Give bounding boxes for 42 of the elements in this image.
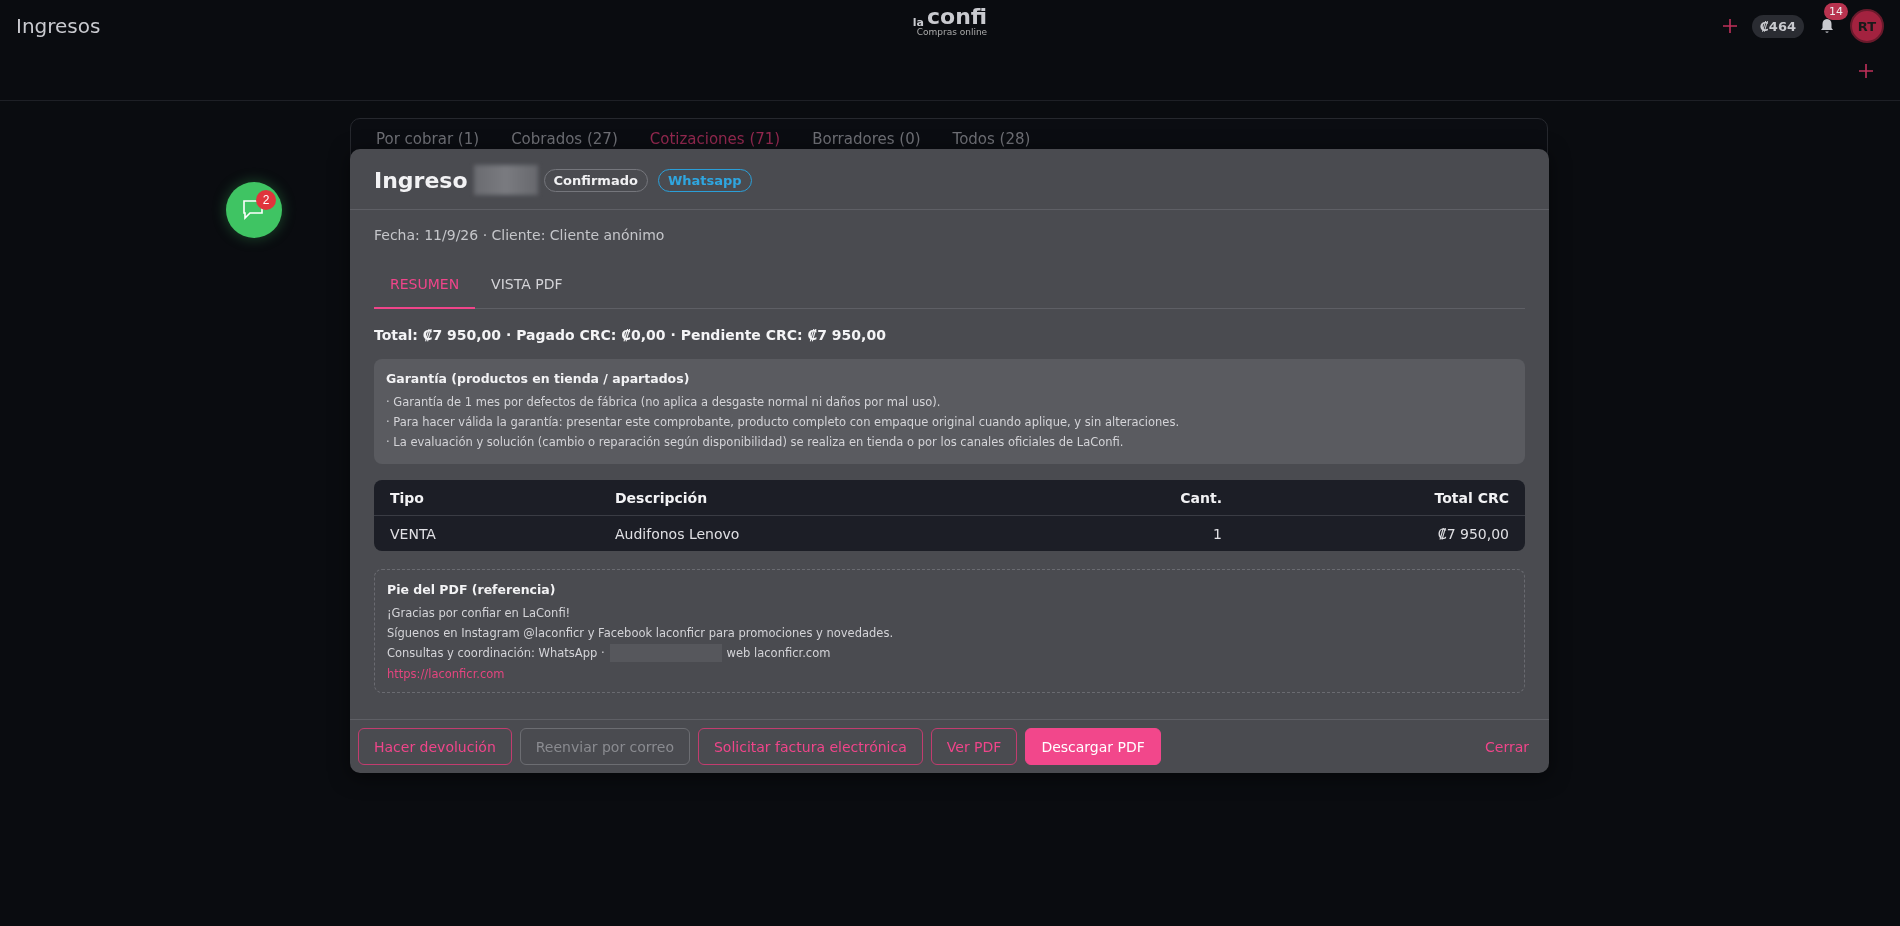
table-cell-text: ₡7 950,00: [1436, 525, 1509, 542]
column-header: Descripción: [615, 489, 709, 506]
list-tab[interactable]: Cobrados (27): [511, 129, 618, 149]
warranty-title: Garantía (productos en tienda / apartados): [386, 371, 691, 386]
table-cell-text: VENTA: [390, 525, 437, 542]
column-header: Tipo: [390, 489, 425, 506]
warranty-line: · La evaluación y solución (cambio o reparación según disponibilidad) se realiza en tienda o por los canales oficiales de LaConfi.: [386, 434, 1125, 451]
add-icon[interactable]: [1721, 18, 1738, 34]
action-button[interactable]: Hacer devolución: [358, 728, 512, 765]
close-button[interactable]: Cerrar: [1473, 738, 1541, 755]
page-title: Ingresos: [16, 14, 102, 38]
view-tab[interactable]: VISTA PDF: [475, 264, 579, 309]
footer-line: Síguenos en Instagram @laconficr y Facebook laconficr para promociones y novedades.: [387, 625, 895, 642]
website-link[interactable]: https://laconficr.com: [387, 667, 505, 681]
table-cell-text: Audifonos Lenovo: [615, 525, 741, 542]
action-button[interactable]: Solicitar factura electrónica: [698, 728, 923, 765]
notification-count: 14: [1824, 3, 1848, 20]
blurred-block: [473, 165, 538, 195]
table-cell-text: 1: [1212, 525, 1222, 542]
dialog-title: Ingreso: [374, 167, 468, 193]
balance-badge: ₡464: [1751, 14, 1804, 38]
user-avatar[interactable]: RT: [1850, 9, 1884, 43]
footer-line: ¡Gracias por confiar en LaConfi!: [387, 605, 572, 622]
action-button[interactable]: Descargar PDF: [1025, 728, 1161, 765]
footer-line: web laconficr.com: [726, 645, 831, 662]
list-tab[interactable]: Todos (28): [952, 129, 1031, 149]
view-tab[interactable]: RESUMEN: [374, 264, 476, 309]
action-button[interactable]: Ver PDF: [930, 728, 1018, 765]
column-header: Cant.: [1179, 489, 1222, 506]
list-tab[interactable]: Borradores (0): [812, 129, 921, 149]
column-header: Total CRC: [1433, 489, 1509, 506]
totals-summary: Total: ₡7 950,00 · Pagado CRC: ₡0,00 · Pendiente CRC: ₡7 950,00: [374, 327, 887, 343]
list-tab[interactable]: Cotizaciones (71): [649, 129, 781, 149]
add-icon[interactable]: [1858, 63, 1874, 79]
footer-line: Consultas y coordinación: WhatsApp ·: [387, 645, 605, 662]
chat-button[interactable]: 2: [226, 182, 282, 238]
warranty-line: · Garantía de 1 mes por defectos de fábrica (no aplica a desgaste normal ni daños por mal uso).: [386, 394, 942, 411]
pdf-footer-title: Pie del PDF (referencia): [387, 582, 557, 597]
income-meta: Fecha: 11/9/26 · Cliente: Cliente anónimo: [374, 227, 666, 243]
bell-icon[interactable]: [1818, 17, 1836, 35]
list-tab[interactable]: Por cobrar (1): [376, 129, 480, 149]
warranty-line: · Para hacer válida la garantía: presentar este comprobante, producto completo con empaque original cuando aplique, y sin alteraciones.: [386, 414, 1181, 431]
